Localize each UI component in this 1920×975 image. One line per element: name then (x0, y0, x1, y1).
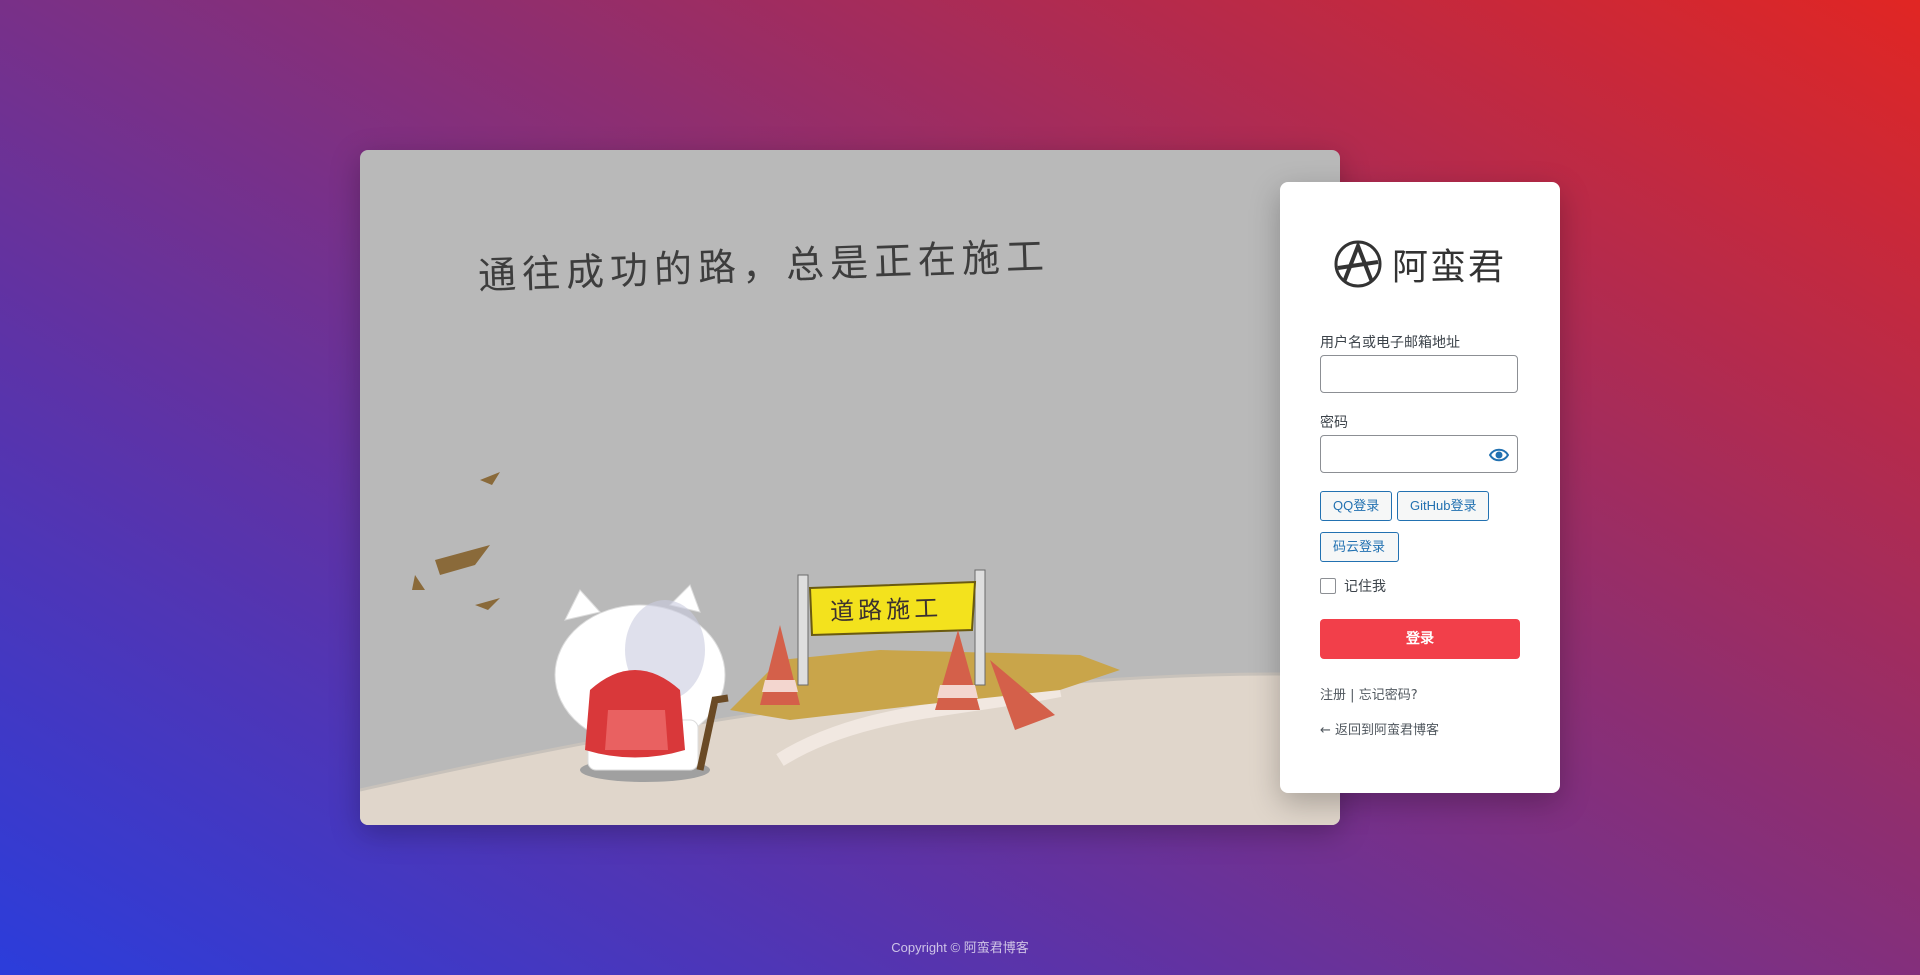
qq-login-button[interactable]: QQ登录 (1320, 491, 1392, 521)
password-input[interactable] (1320, 435, 1518, 473)
username-label: 用户名或电子邮箱地址 (1320, 335, 1460, 351)
footer-copyright: Copyright © 阿蛮君博客 (891, 940, 1029, 955)
username-input[interactable] (1320, 355, 1518, 393)
show-password-eye-icon[interactable] (1489, 445, 1509, 465)
links-separator: | (1350, 688, 1355, 703)
brand[interactable]: 阿蛮君 (1332, 238, 1506, 290)
login-button[interactable]: 登录 (1320, 619, 1520, 659)
gitee-login-button[interactable]: 码云登录 (1320, 532, 1399, 562)
anarchy-logo-icon (1334, 240, 1382, 288)
login-panel: 阿蛮君 用户名或电子邮箱地址 密码 QQ登录 GitHub登录 码云登录 记住我… (1280, 182, 1560, 793)
forgot-password-link[interactable]: 忘记密码? (1359, 688, 1418, 703)
auth-links: 注册 | 忘记密码? (1320, 684, 1418, 703)
road-sign-text: 道路施工 (829, 594, 943, 626)
github-login-button[interactable]: GitHub登录 (1397, 491, 1489, 521)
remember-me-checkbox[interactable] (1320, 578, 1336, 594)
password-label: 密码 (1320, 415, 1348, 431)
back-to-blog-link[interactable]: ← 返回到阿蛮君博客 (1320, 719, 1439, 738)
remember-me-label: 记住我 (1344, 579, 1386, 595)
login-illustration: 通往成功的路，总是正在施工 道路施工 (360, 150, 1340, 825)
remember-me[interactable]: 记住我 (1320, 576, 1386, 596)
brand-name: 阿蛮君 (1392, 247, 1507, 288)
register-link[interactable]: 注册 (1320, 688, 1346, 703)
